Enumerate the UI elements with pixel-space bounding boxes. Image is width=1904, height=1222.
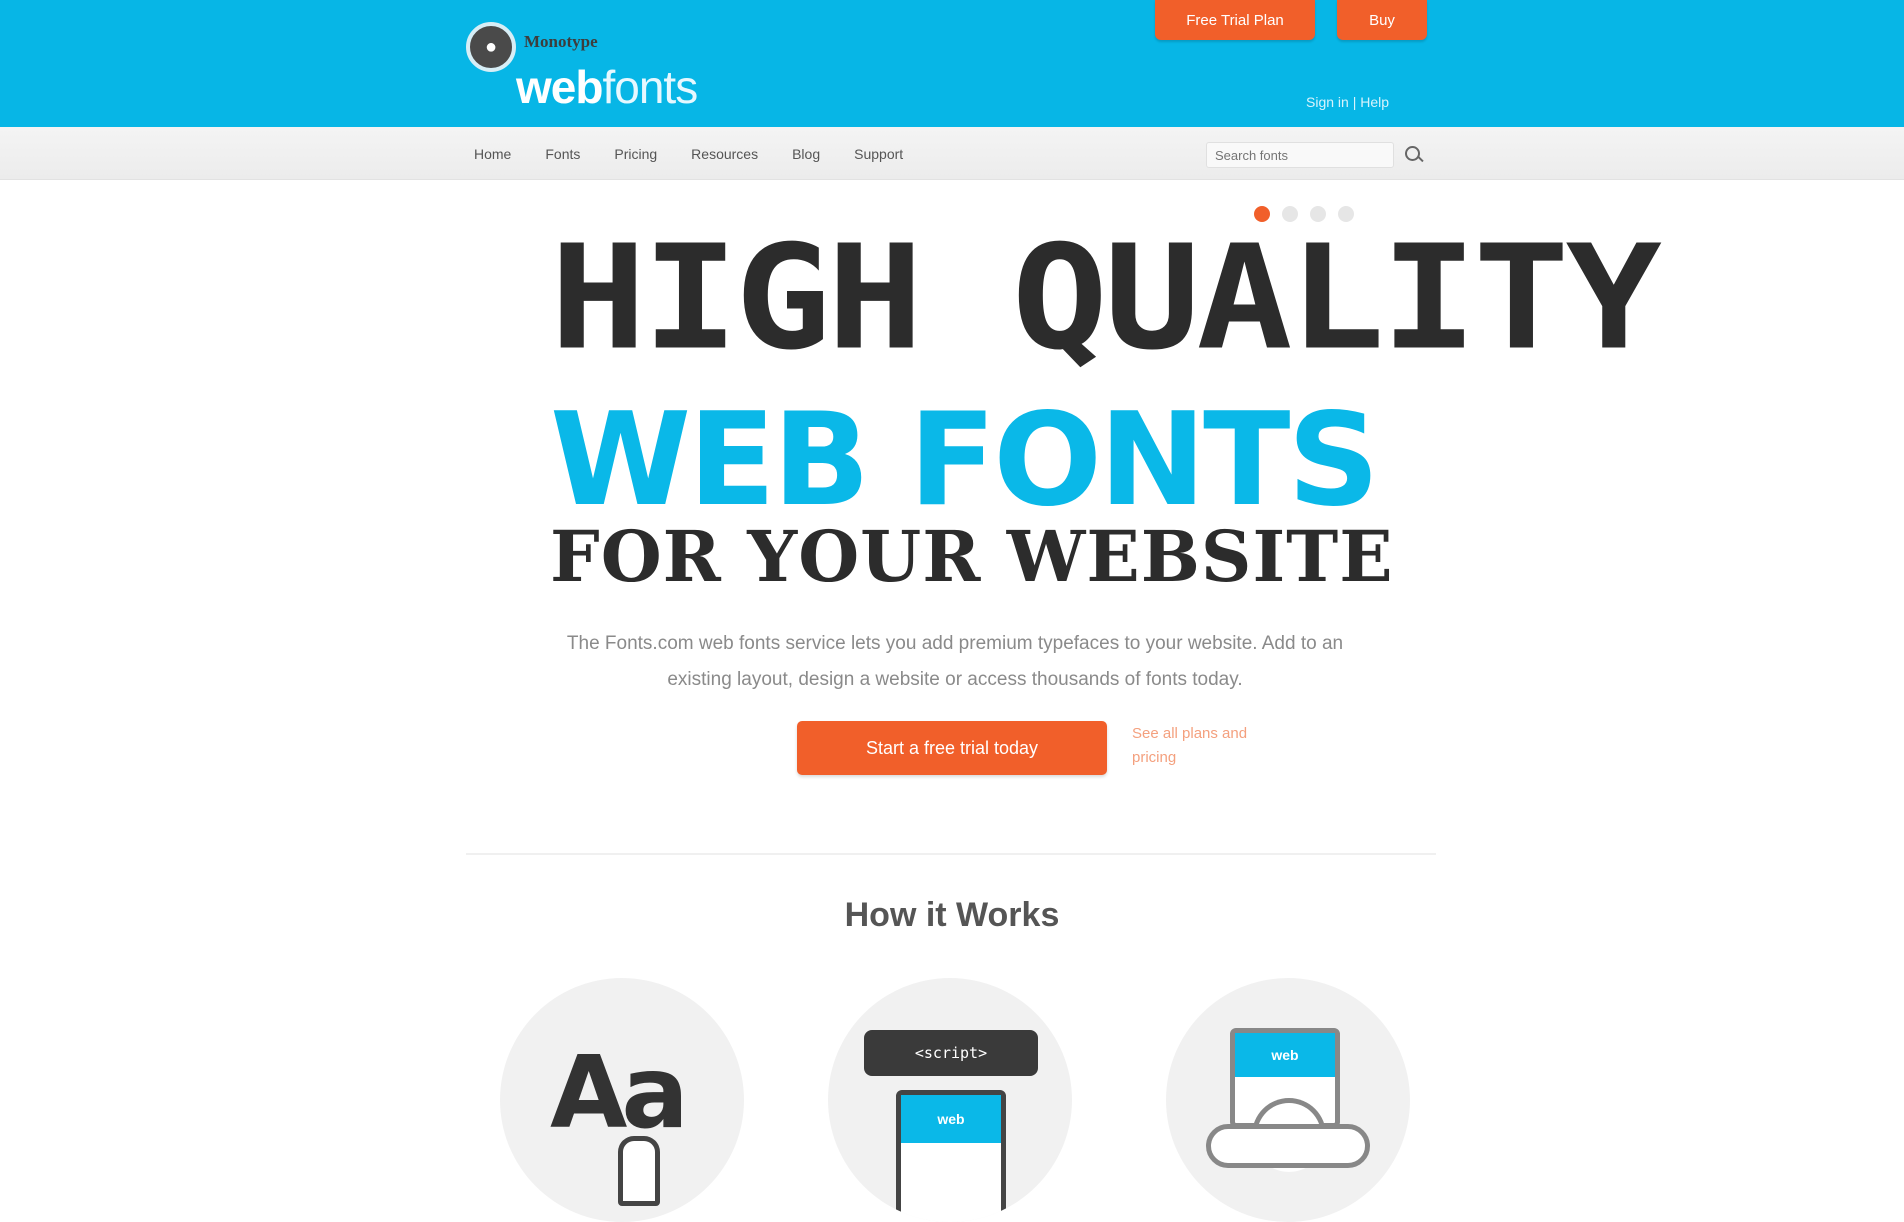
feature-choose-font: Aa (500, 978, 744, 1222)
see-plans-link[interactable]: See all plans and pricing (1132, 722, 1282, 770)
nav-item-fonts[interactable]: Fonts (545, 146, 580, 162)
search-input[interactable] (1206, 142, 1394, 168)
logo-small-text: Monotype (524, 32, 598, 51)
nav-item-support[interactable]: Support (854, 146, 903, 162)
main-navigation: Home Fonts Pricing Resources Blog Suppor… (0, 127, 1904, 180)
nav-item-resources[interactable]: Resources (691, 146, 758, 162)
search-box (1206, 141, 1428, 169)
hero-description: The Fonts.com web fonts service lets you… (566, 633, 1344, 690)
logo-main-text: webfonts (516, 61, 698, 113)
feature-add-code: <script> web (828, 978, 1072, 1222)
signin-link[interactable]: Sign in | Help (1306, 94, 1389, 110)
nav-item-blog[interactable]: Blog (792, 146, 820, 162)
feature-cloud-hosting: web (1166, 978, 1410, 1222)
nav-links: Home Fonts Pricing Resources Blog Suppor… (474, 127, 937, 180)
free-trial-button[interactable]: Free Trial Plan (1155, 0, 1315, 40)
site-header: ● Monotype webfonts Free Trial Plan Buy … (0, 0, 1904, 127)
how-it-works-title: How it Works (844, 896, 1060, 934)
nav-item-pricing[interactable]: Pricing (614, 146, 657, 162)
hero-headline-3: FOR YOUR WEBSITE (550, 515, 1394, 598)
buy-button[interactable]: Buy (1337, 0, 1427, 40)
site-logo[interactable]: ● Monotype webfonts (466, 16, 766, 113)
search-icon[interactable] (1404, 145, 1424, 165)
font-select-icon: Aa (550, 1034, 689, 1151)
logo-badge-icon: ● (466, 22, 516, 72)
pointer-hand-icon (618, 1136, 660, 1206)
embed-code-icon: <script> (864, 1030, 1038, 1076)
start-trial-button[interactable]: Start a free trial today (797, 721, 1107, 775)
cloud-host-icon (1206, 1098, 1370, 1172)
section-divider (466, 853, 1436, 855)
browser-window-icon: web (896, 1090, 1006, 1222)
nav-item-home[interactable]: Home (474, 146, 511, 162)
hero-headline-2: WEB FONTS (550, 386, 1380, 535)
hero-headline-1: HIGH QUALITY (550, 213, 1662, 382)
